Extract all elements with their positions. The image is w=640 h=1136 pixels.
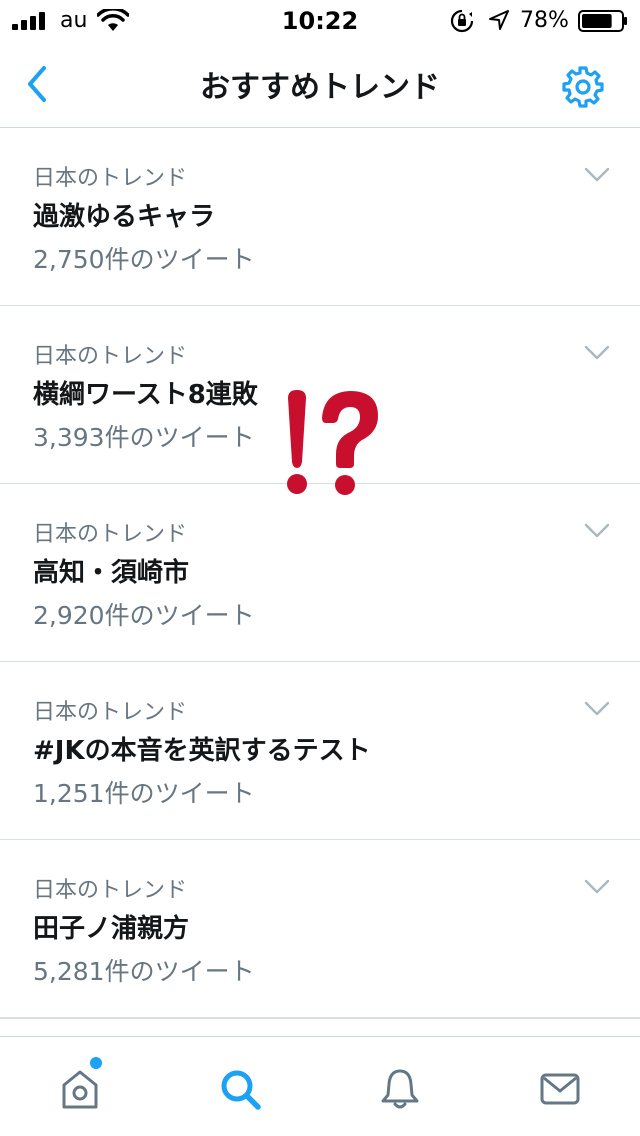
exclamation-question-mark-icon — [287, 390, 378, 495]
trend-tweet-count: 1,251件のツイート — [33, 779, 255, 808]
bell-icon — [381, 1069, 419, 1109]
trend-tweet-count: 3,393件のツイート — [33, 423, 255, 452]
status-bar: au 10:22 78% — [0, 0, 640, 40]
notification-dot — [90, 1057, 102, 1069]
tab-notifications[interactable] — [320, 1037, 480, 1136]
battery-icon — [578, 10, 627, 32]
battery-percentage: 78% — [520, 8, 569, 33]
trend-name: 田子ノ浦親方 — [33, 914, 190, 944]
chevron-down-icon[interactable] — [584, 522, 610, 540]
divider — [0, 1018, 640, 1019]
trend-tweet-count: 5,281件のツイート — [33, 957, 255, 986]
trend-item[interactable]: 日本のトレンド #JKの本音を英訳するテスト 1,251件のツイート — [0, 662, 640, 840]
home-icon — [62, 1070, 98, 1109]
trend-context: 日本のトレンド — [33, 878, 188, 903]
trend-tweet-count: 2,750件のツイート — [33, 245, 255, 274]
trend-name: #JKの本音を英訳するテスト — [33, 736, 371, 766]
tab-messages[interactable] — [480, 1037, 640, 1136]
chevron-down-icon[interactable] — [584, 344, 610, 362]
mail-icon — [540, 1073, 580, 1105]
chevron-down-icon[interactable] — [584, 700, 610, 718]
navigation-bar: おすすめトレンド — [0, 40, 640, 128]
trend-context: 日本のトレンド — [33, 166, 188, 191]
trend-item[interactable]: 日本のトレンド 過激ゆるキャラ 2,750件のツイート — [0, 128, 640, 306]
chevron-down-icon[interactable] — [584, 166, 610, 184]
chevron-down-icon[interactable] — [584, 878, 610, 896]
trend-context: 日本のトレンド — [33, 344, 188, 369]
trend-name: 高知・須崎市 — [33, 558, 190, 588]
trend-name: 過激ゆるキャラ — [33, 202, 216, 232]
tab-bar — [0, 1036, 640, 1136]
trend-context: 日本のトレンド — [33, 522, 188, 547]
gear-icon — [562, 66, 604, 108]
trend-context: 日本のトレンド — [33, 700, 188, 725]
rotation-lock-icon — [450, 9, 474, 33]
location-arrow-icon — [489, 10, 509, 30]
page-title: おすすめトレンド — [200, 70, 440, 105]
trend-name: 横綱ワースト8連敗 — [33, 380, 258, 410]
trend-tweet-count: 2,920件のツイート — [33, 601, 255, 630]
trend-item[interactable]: 日本のトレンド 田子ノ浦親方 5,281件のツイート — [0, 840, 640, 1018]
trend-item[interactable]: 日本のトレンド 高知・須崎市 2,920件のツイート — [0, 484, 640, 662]
search-icon — [221, 1070, 261, 1110]
tab-home[interactable] — [0, 1037, 160, 1136]
settings-button[interactable] — [560, 64, 606, 110]
trend-list: 日本のトレンド 過激ゆるキャラ 2,750件のツイート 日本のトレンド 横綱ワー… — [0, 128, 640, 1018]
tab-search[interactable] — [160, 1037, 320, 1136]
